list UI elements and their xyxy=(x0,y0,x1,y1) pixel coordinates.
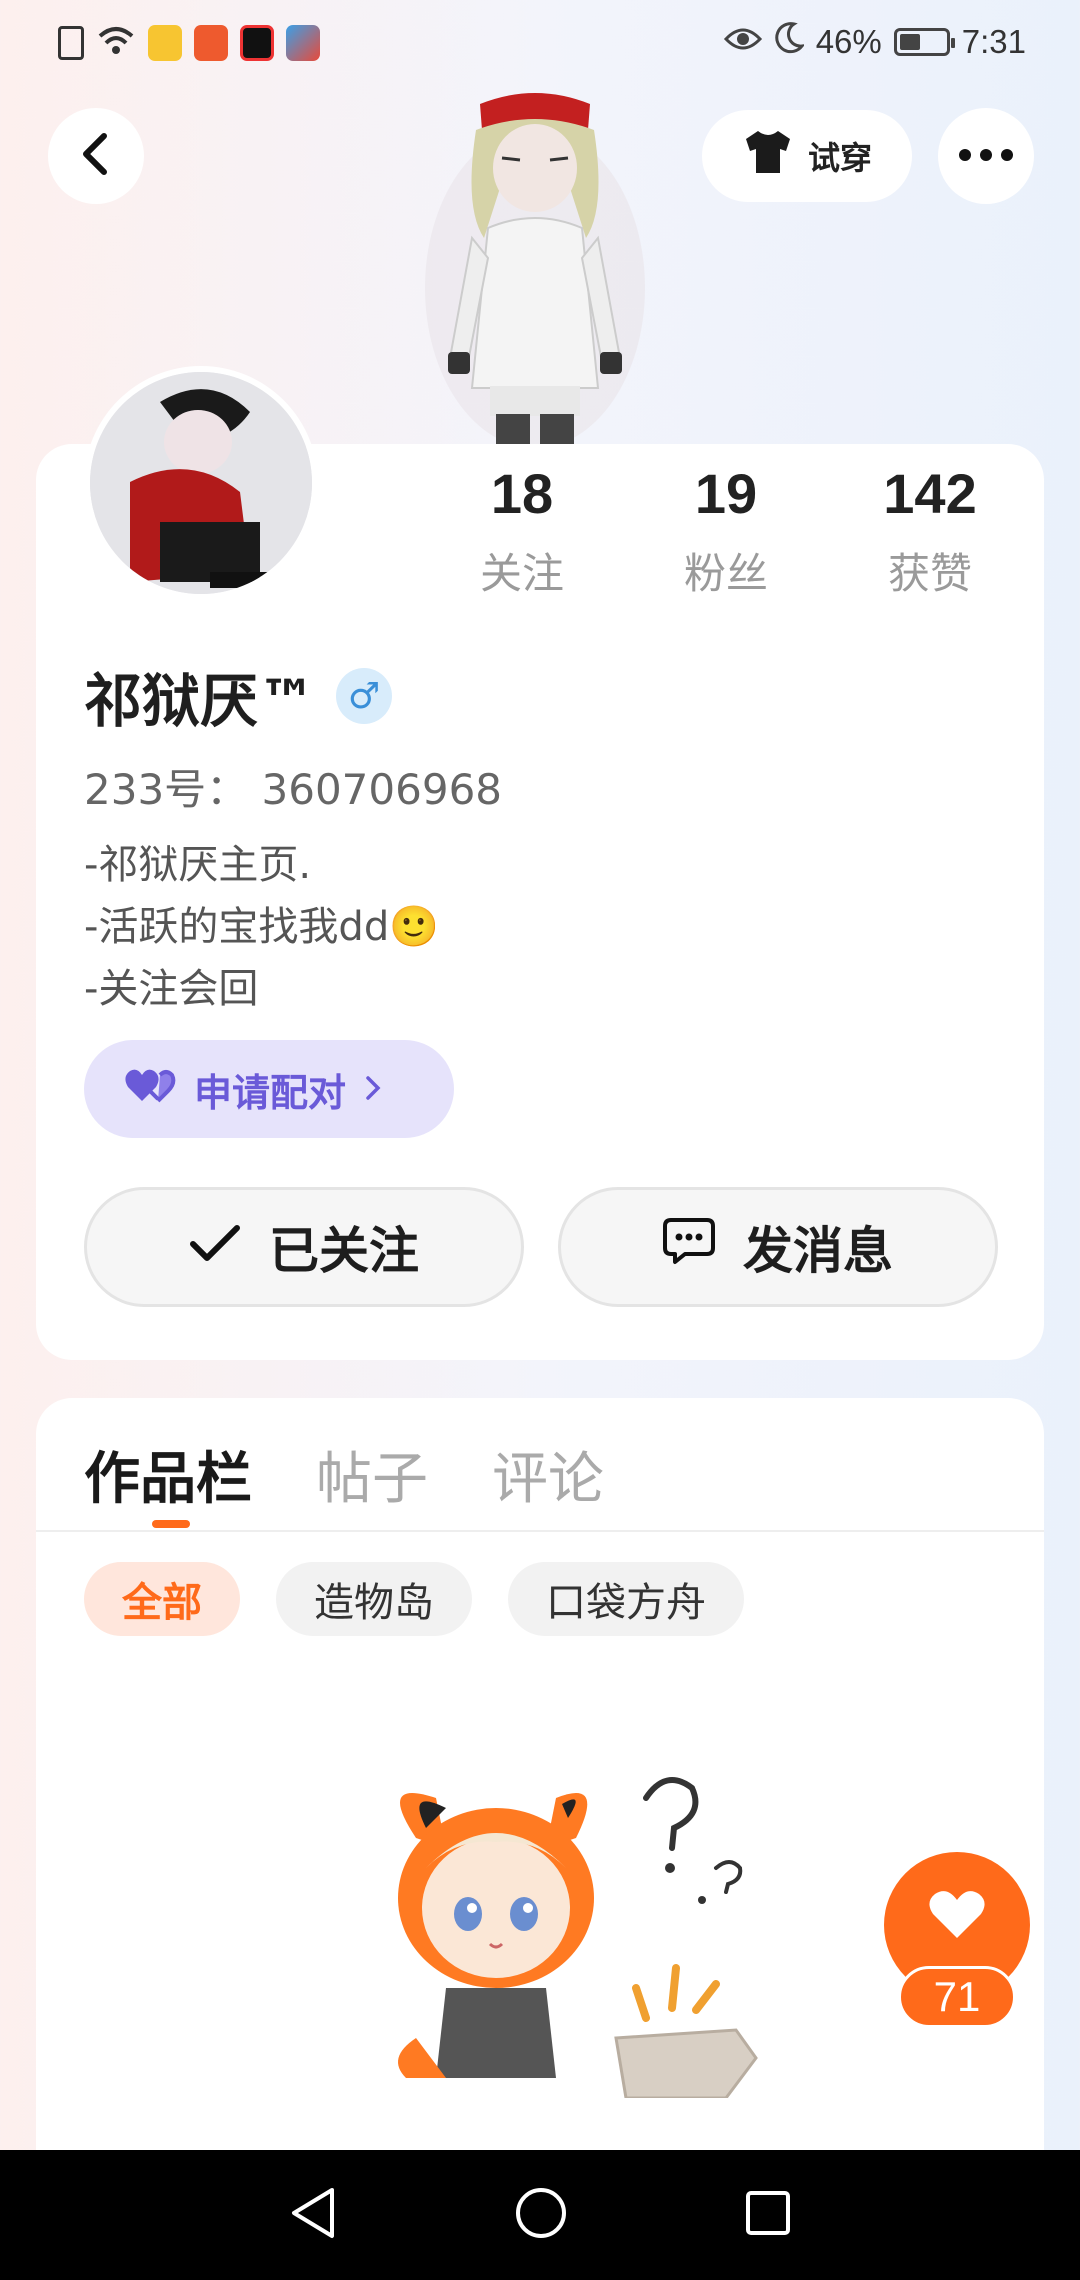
stat-value: 19 xyxy=(694,462,758,525)
avatar-3d-character xyxy=(410,88,660,448)
battery-percent: 46% xyxy=(815,23,882,60)
hearts-icon xyxy=(124,1065,176,1114)
video-app-icon xyxy=(240,25,274,61)
system-status: 46% 7:31 xyxy=(723,22,1026,62)
folder-app-icon xyxy=(148,25,182,61)
stat-label: 粉丝 xyxy=(683,549,768,598)
empty-state-illustration xyxy=(356,1758,796,2100)
followed-label: 已关注 xyxy=(269,1222,419,1280)
stat-label: 获赞 xyxy=(887,549,972,598)
send-message-button[interactable]: 发消息 xyxy=(558,1187,998,1307)
bio-line: -祁狱厌主页. xyxy=(84,842,312,888)
bio-line: -活跃的宝找我dd🙂 xyxy=(84,904,440,950)
more-dots-icon xyxy=(958,147,1014,166)
content-tabs: 作品栏 帖子 评论 xyxy=(84,1434,604,1515)
user-id: 233号： 360706968 xyxy=(84,765,503,814)
male-gender-icon: ♂ xyxy=(336,668,393,724)
nav-back-icon[interactable] xyxy=(288,2186,338,2244)
active-tab-indicator xyxy=(152,1520,190,1528)
chevron-right-icon xyxy=(364,1067,382,1111)
tab-works[interactable]: 作品栏 xyxy=(84,1434,252,1515)
clock: 7:31 xyxy=(961,23,1026,60)
checkmark-icon xyxy=(189,1218,241,1276)
chevron-left-icon xyxy=(76,132,116,180)
stat-value: 18 xyxy=(490,462,554,525)
battery-icon xyxy=(893,28,955,56)
tabs-divider xyxy=(36,1530,1044,1532)
nav-home-icon[interactable] xyxy=(514,2186,568,2244)
try-on-label: 试穿 xyxy=(807,139,872,177)
try-on-button[interactable]: 试穿 xyxy=(702,110,912,202)
more-options-button[interactable] xyxy=(938,108,1034,204)
nav-recents-icon[interactable] xyxy=(744,2189,792,2241)
stat-value: 142 xyxy=(883,462,977,525)
moon-icon xyxy=(774,22,806,62)
chip-creation-island[interactable]: 造物岛 xyxy=(276,1562,472,1636)
chip-pocket-ark[interactable]: 口袋方舟 xyxy=(508,1562,744,1636)
heart-icon xyxy=(927,1888,987,1944)
wifi-icon xyxy=(96,24,136,62)
system-nav-bar xyxy=(0,2150,1080,2280)
back-button[interactable] xyxy=(48,108,144,204)
bio: -祁狱厌主页. -活跃的宝找我dd🙂 -关注会回 xyxy=(84,834,439,1020)
tshirt-icon xyxy=(742,129,794,183)
send-message-label: 发消息 xyxy=(743,1222,893,1280)
notification-icons xyxy=(58,24,320,62)
stat-followers[interactable]: 19 粉丝 xyxy=(636,462,816,601)
filter-chips: 全部 造物岛 口袋方舟 xyxy=(84,1562,744,1636)
tab-comments[interactable]: 评论 xyxy=(492,1434,604,1515)
eye-comfort-icon xyxy=(723,23,762,61)
request-pair-button[interactable]: 申请配对 xyxy=(84,1040,454,1138)
runner-game-icon xyxy=(286,25,320,61)
game-app-icon xyxy=(194,25,228,61)
chat-bubble-icon xyxy=(663,1216,715,1278)
name-row: 祁狱厌™ ♂ xyxy=(84,654,393,738)
like-count: 71 xyxy=(898,1966,1016,2028)
chip-all[interactable]: 全部 xyxy=(84,1562,240,1636)
works-card: 作品栏 帖子 评论 全部 造物岛 口袋方舟 xyxy=(36,1398,1044,2280)
stat-likes[interactable]: 142 获赞 xyxy=(840,462,1020,601)
request-pair-label: 申请配对 xyxy=(194,1070,347,1115)
bio-line: -关注会回 xyxy=(84,966,259,1012)
followed-button[interactable]: 已关注 xyxy=(84,1187,524,1307)
stat-following[interactable]: 18 关注 xyxy=(432,462,612,601)
avatar[interactable] xyxy=(84,366,318,600)
stat-label: 关注 xyxy=(479,549,564,598)
status-bar: 46% 7:31 xyxy=(0,0,1080,92)
tab-posts[interactable]: 帖子 xyxy=(316,1434,428,1515)
username: 祁狱厌™ xyxy=(84,667,317,735)
alert-sim-icon xyxy=(58,26,84,60)
